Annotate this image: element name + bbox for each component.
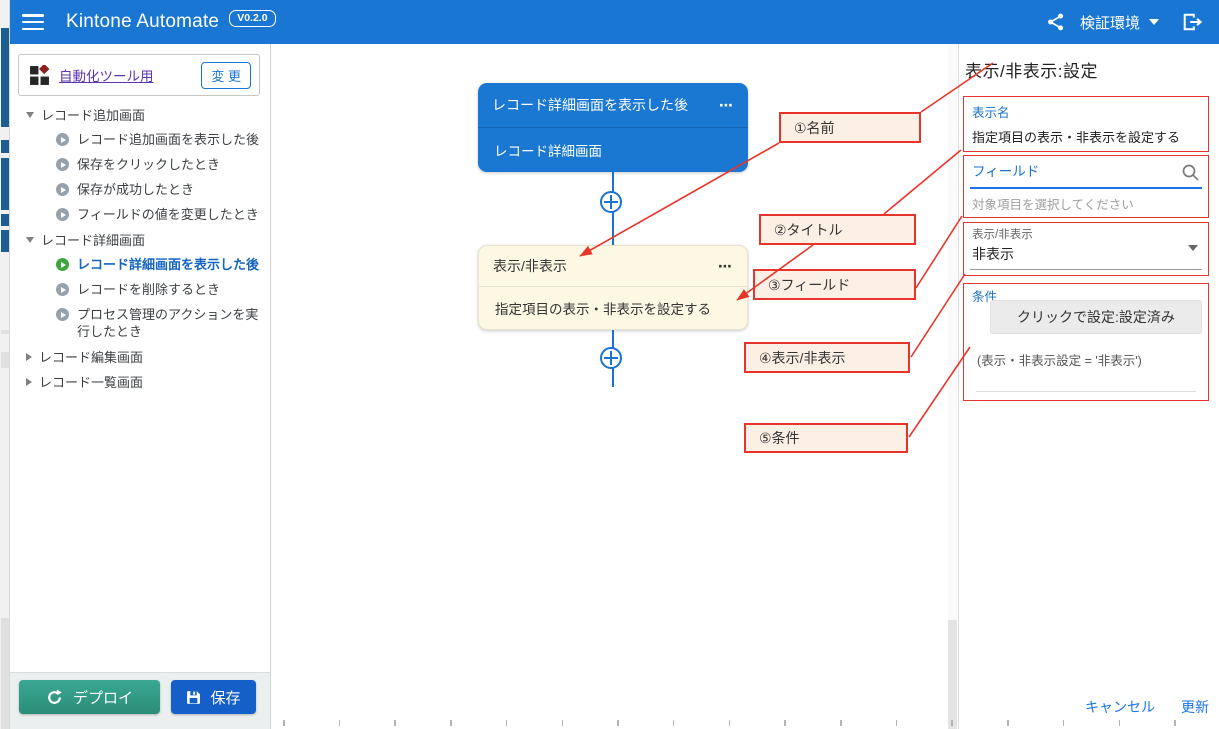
tree-item-label: フィールドの値を変更したとき <box>77 206 259 223</box>
visibility-label: 表示/非表示 <box>972 226 1200 242</box>
chevron-collapsed-icon <box>26 378 32 386</box>
play-circle-icon <box>56 158 69 171</box>
condition-section: 条件 クリックで設定:設定済み (表示・非表示設定 = '非表示') <box>963 283 1209 401</box>
tree-item-label: 保存をクリックしたとき <box>77 156 220 173</box>
condition-set-button[interactable]: クリックで設定:設定済み <box>990 300 1202 334</box>
visibility-dropdown[interactable]: 表示/非表示 非表示 <box>963 222 1209 276</box>
display-name-value[interactable]: 指定項目の表示・非表示を設定する <box>972 127 1200 146</box>
field-select-placeholder: 対象項目を選択してください <box>972 194 1134 213</box>
tree-item[interactable]: プロセス管理のアクションを実行したとき <box>10 302 270 344</box>
menu-icon[interactable] <box>22 14 44 30</box>
field-input-underline <box>970 187 1202 189</box>
tree-item-label: プロセス管理のアクションを実行したとき <box>77 306 260 340</box>
display-name-field[interactable]: 表示名 指定項目の表示・非表示を設定する <box>963 96 1209 152</box>
panel-title: 表示/非表示:設定 <box>965 57 1098 82</box>
node-menu-icon[interactable]: ⋯ <box>718 258 733 275</box>
event-tree: レコード追加画面 レコード追加画面を表示した後 保存をクリックしたとき 保存が成… <box>10 102 270 394</box>
app-icon <box>29 65 50 86</box>
display-name-label: 表示名 <box>972 102 1200 121</box>
deploy-label: デプロイ <box>73 687 133 708</box>
tree-group-label: レコード編集画面 <box>39 347 143 366</box>
canvas-scrollbar[interactable] <box>948 44 957 729</box>
tree-group-label: レコード一覧画面 <box>39 372 143 391</box>
tree-item[interactable]: レコード追加画面を表示した後 <box>10 127 270 152</box>
tree-item-label: レコード詳細画面を表示した後 <box>77 256 259 273</box>
chevron-down-icon <box>1149 19 1159 25</box>
search-icon[interactable] <box>1181 163 1200 187</box>
annotation-visibility: ④表示/非表示 <box>744 342 910 373</box>
play-circle-icon-active <box>56 258 69 271</box>
tree-item-label: レコード追加画面を表示した後 <box>77 131 259 148</box>
play-circle-icon <box>56 283 69 296</box>
trigger-node[interactable]: レコード詳細画面を表示した後 ⋯ レコード詳細画面 <box>478 83 748 172</box>
save-label: 保存 <box>210 687 240 708</box>
share-icon[interactable] <box>1046 12 1066 32</box>
chevron-expanded-icon <box>26 237 34 243</box>
app-title: Kintone Automate <box>66 11 219 33</box>
chevron-collapsed-icon <box>26 353 32 361</box>
action-node[interactable]: 表示/非表示 ⋯ 指定項目の表示・非表示を設定する <box>478 245 748 330</box>
field-select-field[interactable]: フィールド 対象項目を選択してください <box>963 155 1209 218</box>
tree-item-label: 保存が成功したとき <box>77 181 194 198</box>
tree-group-record-detail[interactable]: レコード詳細画面 <box>10 227 270 252</box>
sidebar: 自動化ツール用 変 更 レコード追加画面 レコード追加画面を表示した後 保存をク… <box>10 44 271 729</box>
trigger-node-title: レコード詳細画面を表示した後 <box>492 95 688 115</box>
app-root: Kintone Automate V0.2.0 検証環境 自動化ツール用 変 更 <box>0 0 1219 729</box>
tree-item[interactable]: レコードを削除するとき <box>10 277 270 302</box>
save-button[interactable]: 保存 <box>171 680 256 714</box>
node-menu-icon[interactable]: ⋯ <box>719 97 734 114</box>
settings-panel: 表示/非表示:設定 表示名 指定項目の表示・非表示を設定する フィールド 対象項… <box>958 44 1219 729</box>
tree-group-label: レコード追加画面 <box>41 105 145 124</box>
version-badge: V0.2.0 <box>229 10 275 27</box>
annotation-condition: ⑤条件 <box>744 423 908 453</box>
environment-label: 検証環境 <box>1080 12 1140 33</box>
top-app-bar: Kintone Automate V0.2.0 検証環境 <box>10 0 1219 44</box>
annotation-name: ①名前 <box>779 112 921 143</box>
change-app-button[interactable]: 変 更 <box>201 62 251 89</box>
field-select-label: フィールド <box>972 160 1200 180</box>
dropdown-caret-icon[interactable] <box>1188 245 1198 251</box>
play-circle-icon <box>56 183 69 196</box>
play-circle-icon <box>56 133 69 146</box>
background-window-edge <box>0 0 10 729</box>
trigger-node-subtitle: レコード詳細画面 <box>478 128 748 171</box>
divider <box>976 391 1196 392</box>
add-step-button[interactable] <box>600 347 622 369</box>
tree-group-record-add[interactable]: レコード追加画面 <box>10 102 270 127</box>
annotation-field: ③フィールド <box>753 269 916 300</box>
sidebar-footer: デプロイ 保存 <box>10 672 270 729</box>
cancel-button[interactable]: キャンセル <box>1085 697 1155 717</box>
annotation-title: ②タイトル <box>759 214 916 245</box>
tree-item[interactable]: 保存が成功したとき <box>10 177 270 202</box>
deploy-button[interactable]: デプロイ <box>19 680 160 714</box>
tree-group-record-list[interactable]: レコード一覧画面 <box>10 369 270 394</box>
refresh-icon <box>46 689 63 706</box>
app-name-link[interactable]: 自動化ツール用 <box>59 65 154 85</box>
logout-icon[interactable] <box>1181 12 1203 32</box>
add-step-button[interactable] <box>600 191 622 213</box>
tree-item[interactable]: フィールドの値を変更したとき <box>10 202 270 227</box>
app-selector: 自動化ツール用 変 更 <box>18 54 260 96</box>
tree-group-record-edit[interactable]: レコード編集画面 <box>10 344 270 369</box>
tree-item-label: レコードを削除するとき <box>77 281 220 298</box>
chevron-expanded-icon <box>26 112 34 118</box>
tree-item[interactable]: 保存をクリックしたとき <box>10 152 270 177</box>
visibility-value: 非表示 <box>972 244 1200 264</box>
environment-dropdown[interactable]: 検証環境 <box>1080 12 1159 33</box>
tree-item-selected[interactable]: レコード詳細画面を表示した後 <box>10 252 270 277</box>
play-circle-icon <box>56 208 69 221</box>
action-node-title: 表示/非表示 <box>493 256 567 276</box>
floppy-icon <box>186 690 201 705</box>
action-node-subtitle: 指定項目の表示・非表示を設定する <box>479 287 747 328</box>
condition-summary: (表示・非表示設定 = '非表示') <box>977 350 1142 369</box>
tree-group-label: レコード詳細画面 <box>41 230 145 249</box>
play-circle-icon <box>56 308 69 321</box>
update-button[interactable]: 更新 <box>1181 697 1209 717</box>
visibility-underline <box>970 269 1202 270</box>
